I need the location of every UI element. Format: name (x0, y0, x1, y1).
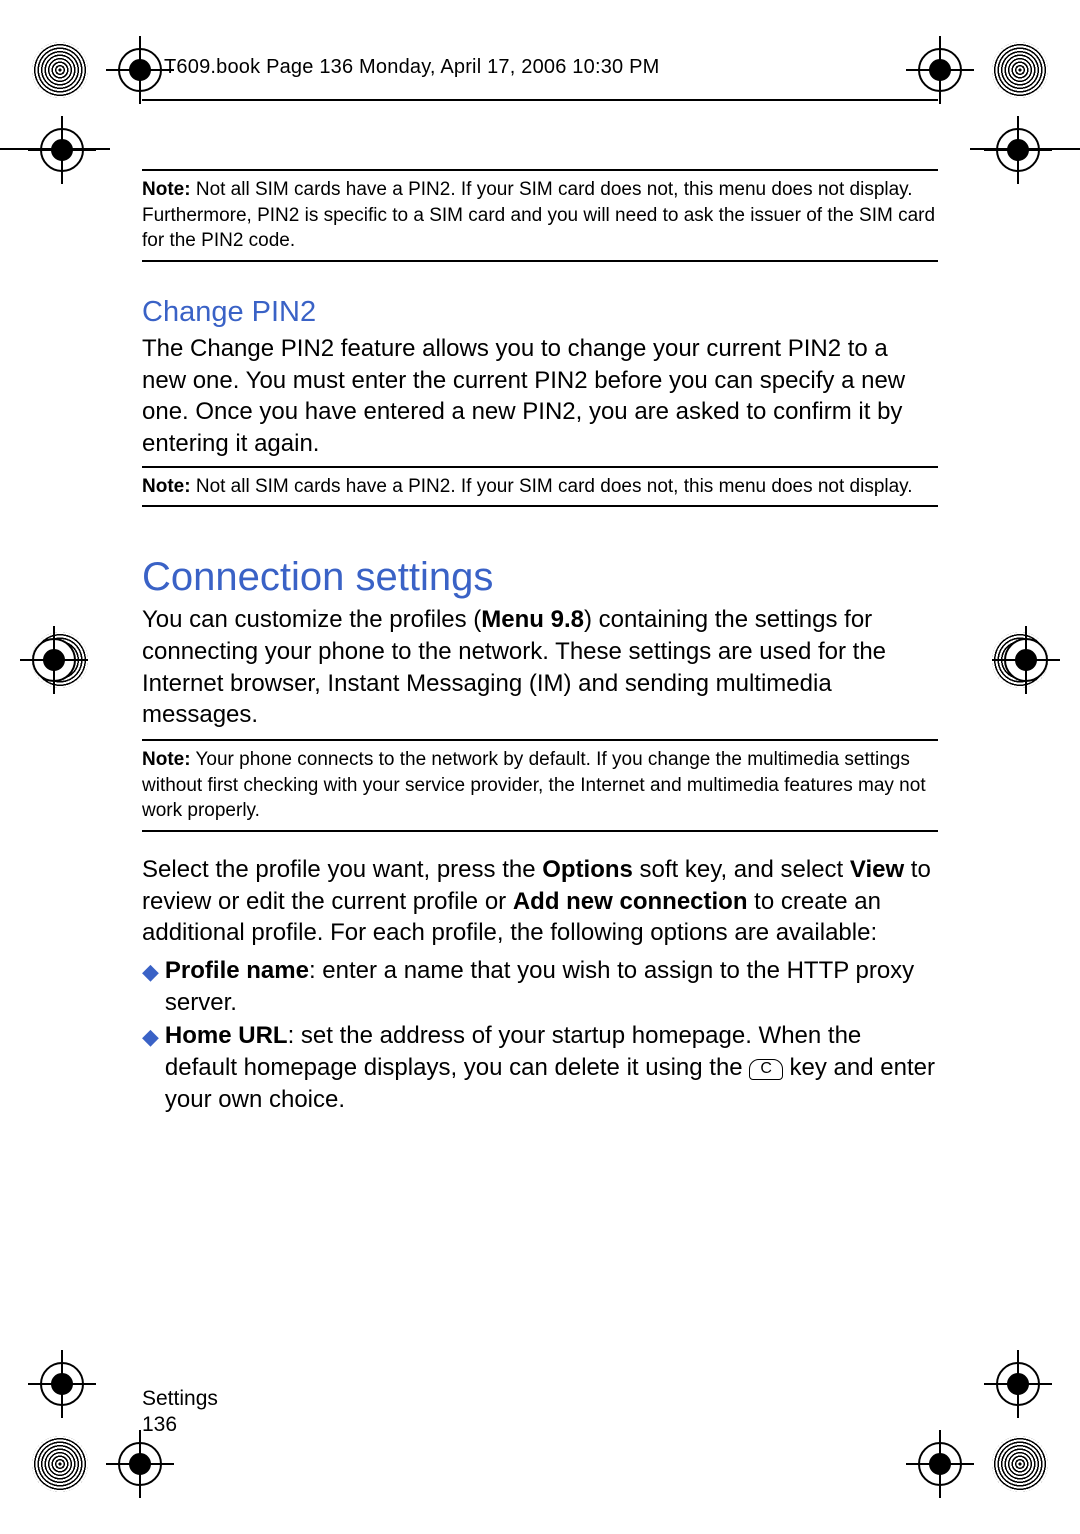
option-list: ◆ Profile name: enter a name that you wi… (142, 955, 938, 1115)
note-block: Note: Not all SIM cards have a PIN2. If … (142, 171, 938, 260)
registration-mark-icon (996, 1362, 1040, 1406)
page-footer: Settings 136 (142, 1386, 218, 1439)
registration-mark-icon (40, 128, 84, 172)
list-item: ◆ Home URL: set the address of your star… (142, 1020, 938, 1115)
divider (142, 830, 938, 832)
text-fragment: soft key, and select (633, 856, 850, 883)
running-head: T609.book Page 136 Monday, April 17, 200… (142, 56, 938, 85)
registration-mark-icon (1004, 638, 1048, 682)
note-label: Note: (142, 476, 191, 497)
crop-swirl-icon (992, 1436, 1048, 1492)
note-text: Your phone connects to the network by de… (142, 749, 926, 821)
crop-swirl-icon (32, 1436, 88, 1492)
body-text: Select the profile you want, press the O… (142, 854, 938, 949)
text-fragment: You can customize the profiles ( (142, 606, 481, 633)
note-block: Note: Your phone connects to the network… (142, 741, 938, 830)
note-block: Note: Not all SIM cards have a PIN2. If … (142, 468, 938, 506)
footer-page-number: 136 (142, 1412, 218, 1438)
crop-tick (970, 148, 1080, 150)
note-text: Not all SIM cards have a PIN2. If your S… (191, 476, 913, 497)
registration-mark-icon (40, 1362, 84, 1406)
diamond-bullet-icon: ◆ (142, 1020, 165, 1115)
softkey-ref: Options (542, 856, 633, 883)
text-fragment: Select the profile you want, press the (142, 856, 542, 883)
divider (142, 505, 938, 507)
crop-swirl-icon (32, 42, 88, 98)
option-name: Home URL (165, 1022, 288, 1049)
list-item-text: Home URL: set the address of your startu… (165, 1020, 938, 1115)
crop-tick (0, 148, 110, 150)
note-label: Note: (142, 179, 191, 200)
note-text: Not all SIM cards have a PIN2. If your S… (142, 179, 935, 251)
body-text: You can customize the profiles (Menu 9.8… (142, 604, 938, 731)
body-text: The Change PIN2 feature allows you to ch… (142, 333, 938, 460)
option-ref: View (850, 856, 904, 883)
diamond-bullet-icon: ◆ (142, 955, 165, 1018)
registration-mark-icon (32, 638, 76, 682)
list-item-text: Profile name: enter a name that you wish… (165, 955, 938, 1018)
footer-section: Settings (142, 1386, 218, 1412)
option-name: Profile name (165, 957, 309, 984)
note-label: Note: (142, 749, 191, 770)
section-heading-change-pin2: Change PIN2 (142, 296, 938, 329)
crop-swirl-icon (992, 42, 1048, 98)
registration-mark-icon (996, 128, 1040, 172)
list-item: ◆ Profile name: enter a name that you wi… (142, 955, 938, 1018)
section-heading-connection-settings: Connection settings (142, 555, 938, 600)
option-ref: Add new connection (513, 888, 748, 915)
keycap-icon: C (749, 1059, 783, 1080)
menu-ref: Menu 9.8 (481, 606, 584, 633)
page-content: T609.book Page 136 Monday, April 17, 200… (142, 56, 938, 1478)
divider (142, 260, 938, 262)
